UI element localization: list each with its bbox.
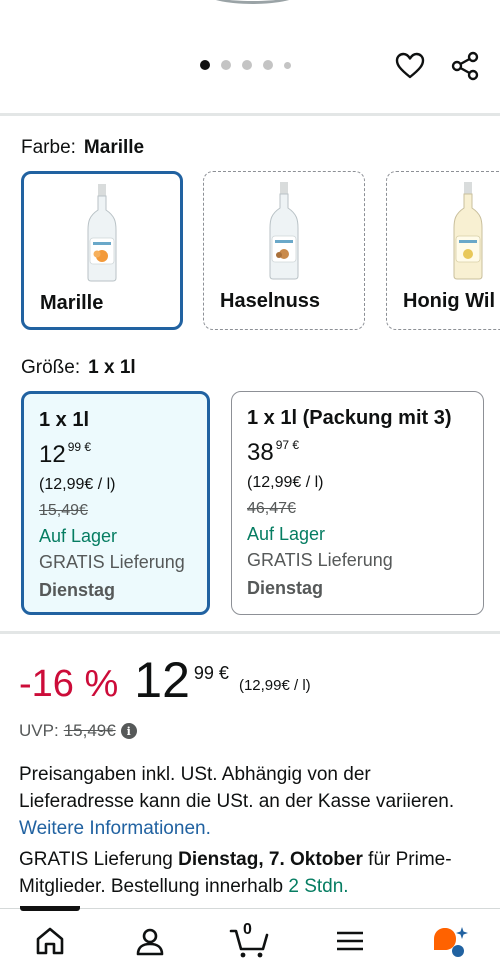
price-whole: 38 bbox=[247, 439, 274, 466]
product-image-carousel[interactable] bbox=[0, 0, 500, 110]
color-option-honig[interactable]: Honig Wil bbox=[386, 171, 500, 330]
active-tab-indicator bbox=[20, 906, 80, 911]
size-option-old-price: 15,49€ bbox=[39, 502, 88, 519]
color-option-label: Honig Wil bbox=[403, 290, 496, 312]
size-option-stock: Auf Lager bbox=[39, 526, 118, 546]
size-option-delivery-day: Dienstag bbox=[39, 580, 116, 600]
color-option-label: Marille bbox=[40, 292, 104, 314]
order-countdown: 2 Stdn. bbox=[288, 876, 349, 897]
size-option-shipping: GRATIS Lieferung bbox=[39, 552, 185, 572]
color-selected-value: Marille bbox=[83, 137, 145, 158]
nav-menu[interactable] bbox=[332, 923, 368, 959]
size-variant-label: Größe: 1 x 1l bbox=[21, 357, 136, 379]
size-selected-value: 1 x 1l bbox=[88, 357, 136, 378]
size-option-price: 38 97 € bbox=[247, 439, 483, 475]
share-icon bbox=[451, 51, 479, 81]
carousel-dots bbox=[200, 60, 291, 70]
color-option-marille[interactable]: Marille bbox=[21, 171, 183, 330]
price-fraction: 99 € bbox=[67, 440, 92, 454]
price-fraction: 99 € bbox=[193, 663, 229, 683]
discount-percent: -16 % bbox=[19, 663, 119, 705]
bottle-haselnuss-image bbox=[269, 182, 299, 280]
unit-price: (12,99€ / l) bbox=[238, 677, 311, 694]
tax-text: Preisangaben inkl. USt. Abhängig von der… bbox=[19, 764, 455, 812]
size-option-single[interactable]: 1 x 1l 12 99 € (12,99€ / l) 15,49€ Auf La… bbox=[21, 391, 210, 615]
nav-account[interactable] bbox=[132, 923, 168, 959]
size-option-pack-of-3[interactable]: 1 x 1l (Packung mit 3) 38 97 € (12,99€ / … bbox=[231, 391, 484, 615]
bottle-honig-image bbox=[453, 182, 483, 280]
carousel-dot[interactable] bbox=[221, 60, 231, 70]
nav-home[interactable] bbox=[32, 923, 68, 959]
size-option-old-price: 46,47€ bbox=[247, 500, 296, 517]
size-option-shipping: GRATIS Lieferung bbox=[247, 550, 393, 570]
carousel-dot[interactable] bbox=[284, 61, 291, 69]
size-option-price: 12 99 € bbox=[39, 441, 207, 477]
info-icon[interactable]: i bbox=[120, 723, 137, 739]
bottom-navigation: 0 bbox=[0, 906, 500, 971]
menu-icon bbox=[337, 931, 363, 951]
nav-cart[interactable]: 0 bbox=[229, 921, 273, 959]
heart-icon bbox=[395, 52, 425, 79]
wishlist-button[interactable] bbox=[394, 50, 426, 82]
price-block: -16 % 12 99 € (12,99€ / l) bbox=[19, 655, 311, 705]
ai-assistant-icon bbox=[434, 927, 468, 957]
tax-info: Preisangaben inkl. USt. Abhängig von der… bbox=[19, 761, 484, 842]
uvp-row: UVP: 15,49€ i bbox=[19, 721, 137, 741]
section-divider bbox=[0, 113, 500, 116]
size-option-title: 1 x 1l (Packung mit 3) bbox=[247, 407, 452, 429]
size-option-unit-price: (12,99€ / l) bbox=[247, 474, 324, 491]
carousel-dot-active[interactable] bbox=[200, 60, 210, 70]
size-option-stock: Auf Lager bbox=[247, 524, 326, 544]
cart-count: 0 bbox=[243, 921, 252, 938]
home-icon bbox=[36, 927, 64, 955]
more-info-link[interactable]: Weitere Informationen. bbox=[19, 818, 211, 839]
delivery-date: Dienstag, 7. Oktober bbox=[178, 849, 363, 870]
color-label: Farbe: bbox=[21, 137, 76, 158]
uvp-value: 15,49€ bbox=[63, 721, 116, 740]
bottle-marille-image bbox=[87, 184, 117, 282]
uvp-label: UVP: bbox=[19, 721, 59, 740]
delivery-info: GRATIS Lieferung Dienstag, 7. Oktober fü… bbox=[19, 846, 489, 900]
color-variant-label: Farbe: Marille bbox=[21, 137, 144, 159]
color-option-haselnuss[interactable]: Haselnuss bbox=[203, 171, 365, 330]
color-option-label: Haselnuss bbox=[220, 290, 321, 312]
account-icon bbox=[136, 928, 164, 956]
price-whole: 12 bbox=[39, 441, 66, 468]
price-whole: 12 bbox=[134, 652, 190, 708]
size-option-delivery-day: Dienstag bbox=[247, 578, 324, 598]
product-image-edge bbox=[205, 0, 300, 4]
size-option-unit-price: (12,99€ / l) bbox=[39, 476, 116, 493]
carousel-dot[interactable] bbox=[242, 60, 252, 70]
nav-ai-assistant[interactable] bbox=[430, 923, 470, 959]
share-button[interactable] bbox=[449, 50, 481, 82]
size-option-title: 1 x 1l bbox=[39, 409, 90, 431]
size-label: Größe: bbox=[21, 357, 81, 378]
price-fraction: 97 € bbox=[275, 438, 300, 452]
delivery-prefix: GRATIS Lieferung bbox=[19, 849, 173, 870]
section-divider bbox=[0, 631, 500, 634]
carousel-dot[interactable] bbox=[263, 60, 273, 70]
